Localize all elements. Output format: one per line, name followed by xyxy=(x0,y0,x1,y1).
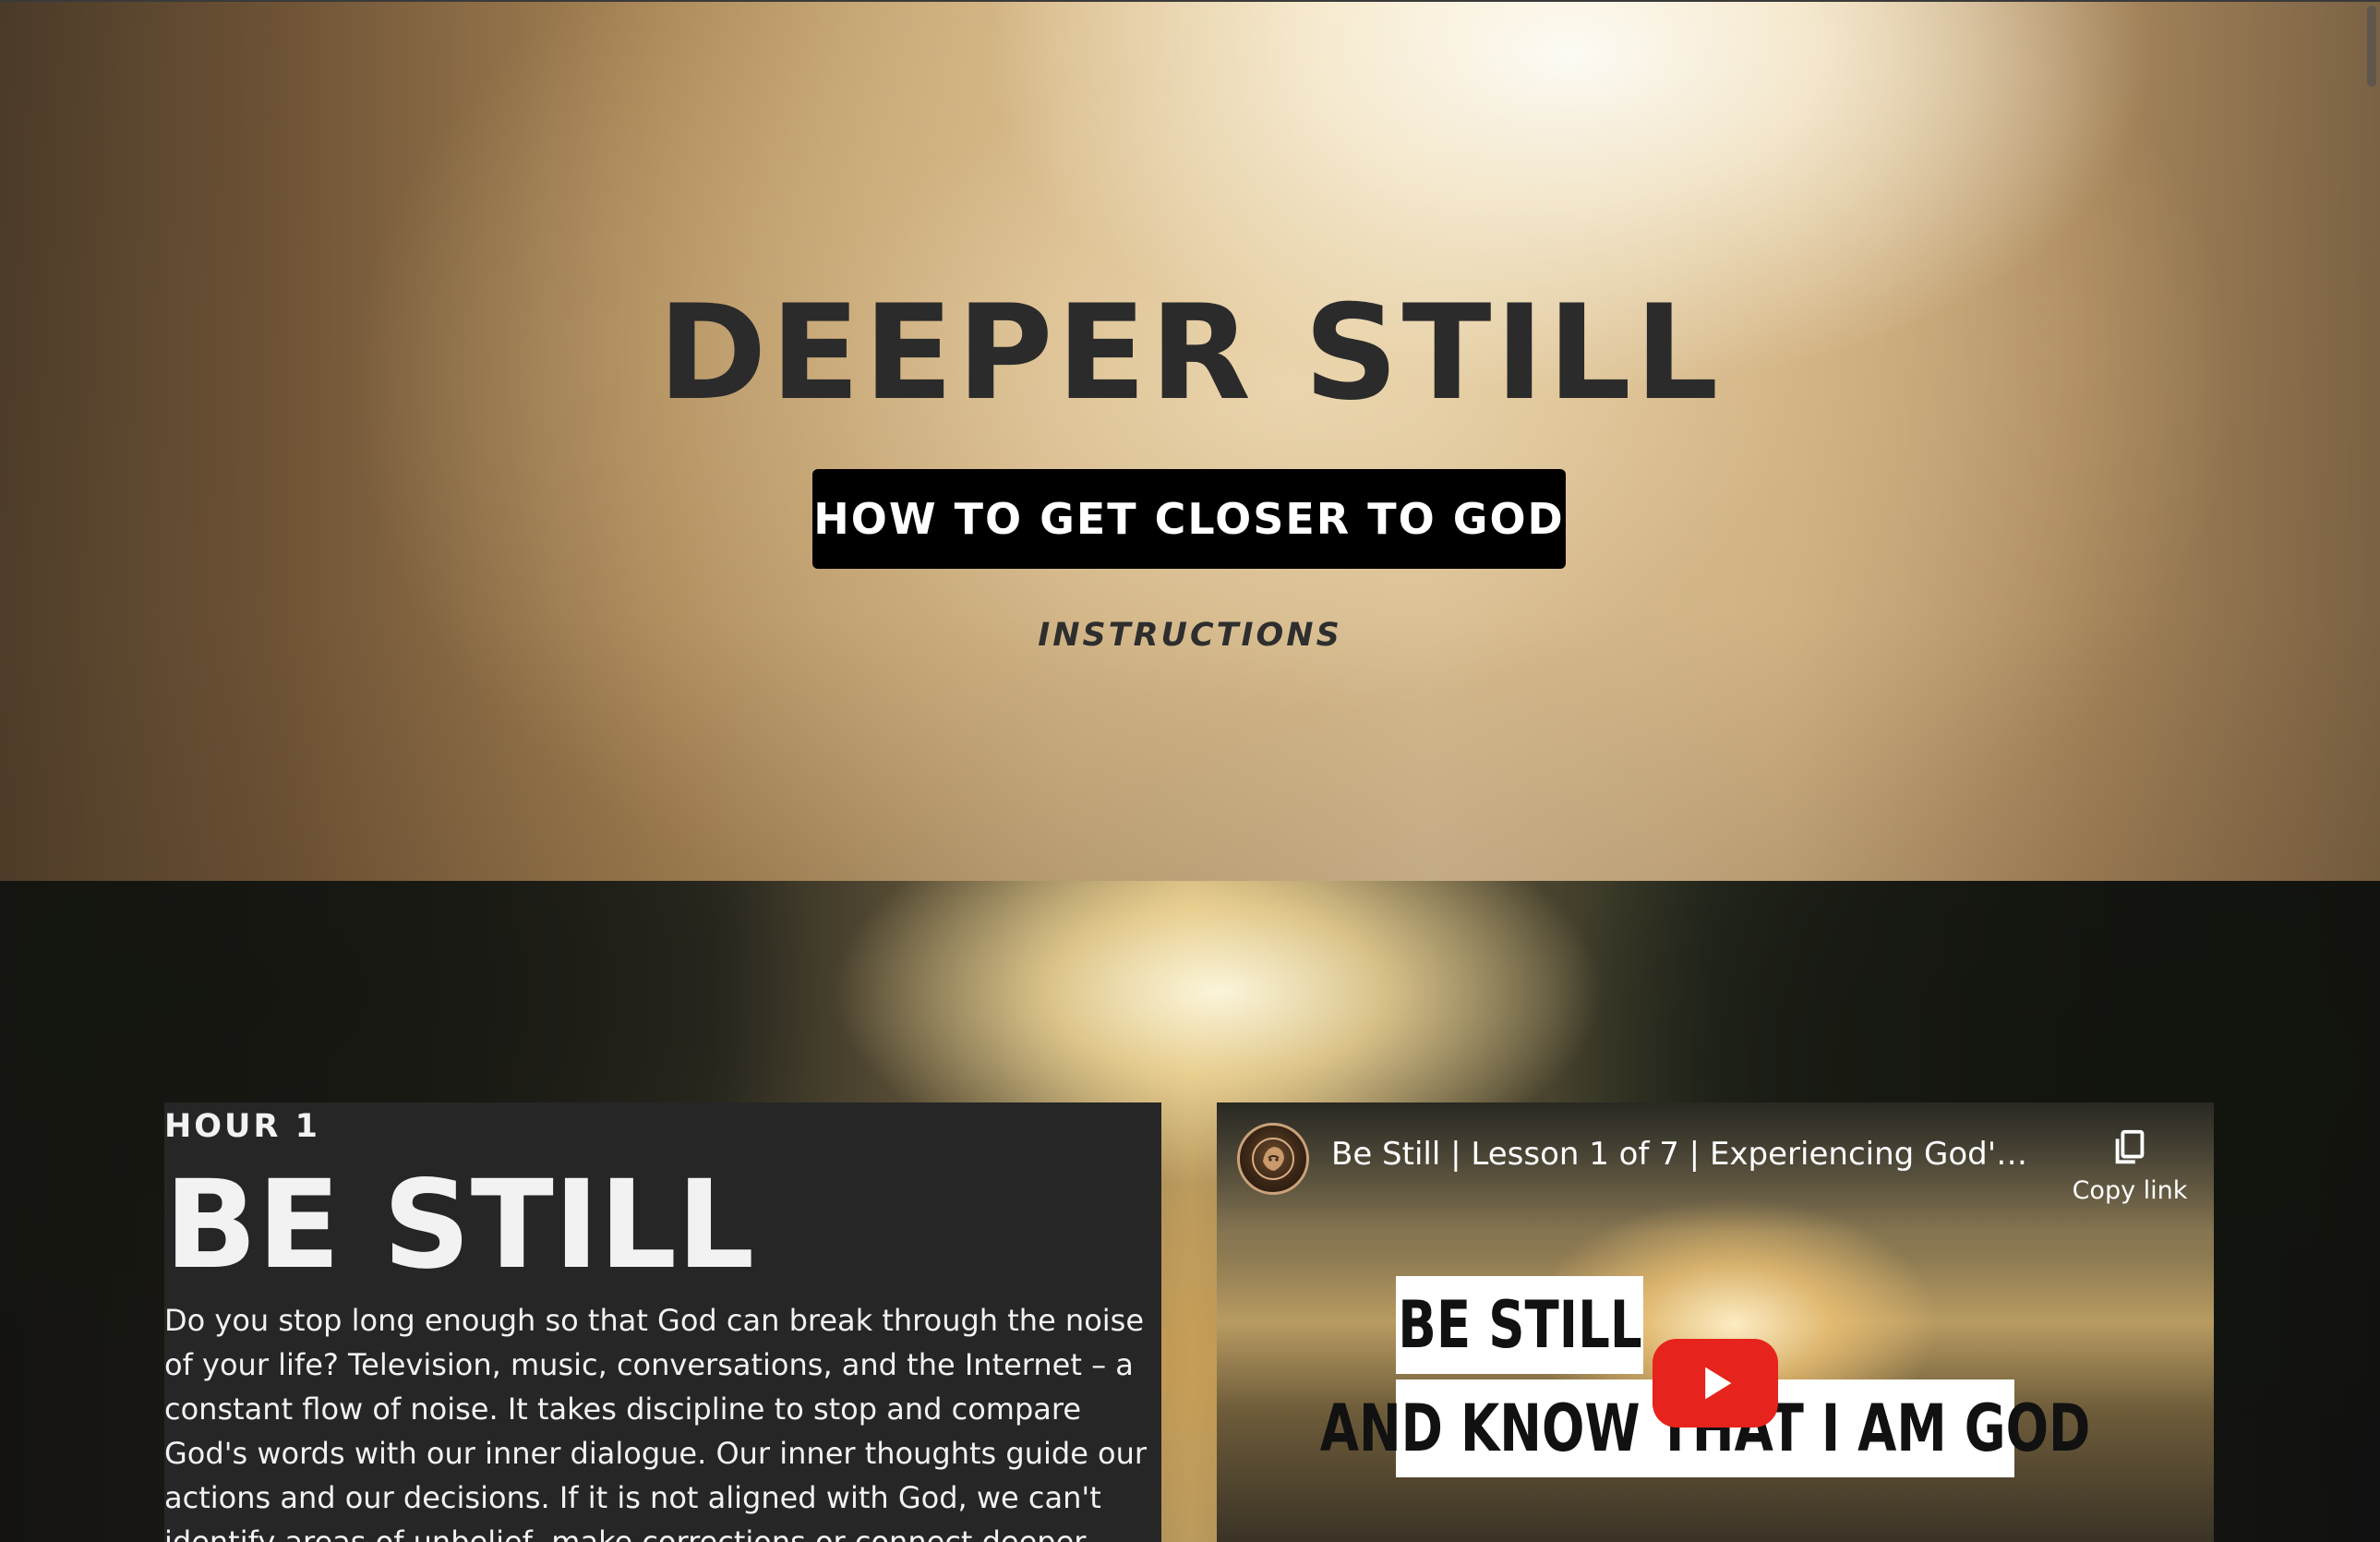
play-icon xyxy=(1705,1367,1732,1400)
lion-logo-icon[interactable] xyxy=(1237,1123,1309,1195)
copy-icon xyxy=(2115,1129,2145,1164)
hero-title: DEEPER STILL xyxy=(657,277,1723,429)
thumbnail-text-line1: BE STILL xyxy=(1397,1287,1642,1363)
video-embed[interactable]: Be Still | Lesson 1 of 7 | Experiencing … xyxy=(1217,1102,2214,1542)
lesson-text-panel: HOUR 1 BE STILL Do you stop long enough … xyxy=(164,1102,1161,1542)
copy-link-label: Copy link xyxy=(2072,1176,2188,1205)
instructions-link[interactable]: INSTRUCTIONS xyxy=(0,617,2380,654)
lesson-body: Do you stop long enough so that God can … xyxy=(164,1303,1148,1542)
page: DEEPER STILL HOW TO GET CLOSER TO GOD IN… xyxy=(0,0,2380,1542)
copy-link-button[interactable]: Copy link xyxy=(2061,1126,2199,1228)
thumbnail-caption-line1: BE STILL xyxy=(1396,1276,1643,1374)
video-title[interactable]: Be Still | Lesson 1 of 7 | Experiencing … xyxy=(1331,1136,2042,1173)
hero-section: DEEPER STILL HOW TO GET CLOSER TO GOD IN… xyxy=(0,0,2380,881)
play-button[interactable] xyxy=(1653,1339,1778,1428)
page-scrollbar[interactable] xyxy=(2363,0,2380,1542)
window-top-border xyxy=(0,0,2380,2)
lesson-title: BE STILL xyxy=(164,1154,755,1296)
hour-label: HOUR 1 xyxy=(164,1108,320,1145)
scrollbar-thumb[interactable] xyxy=(2367,6,2376,87)
get-closer-button[interactable]: HOW TO GET CLOSER TO GOD xyxy=(812,469,1566,569)
